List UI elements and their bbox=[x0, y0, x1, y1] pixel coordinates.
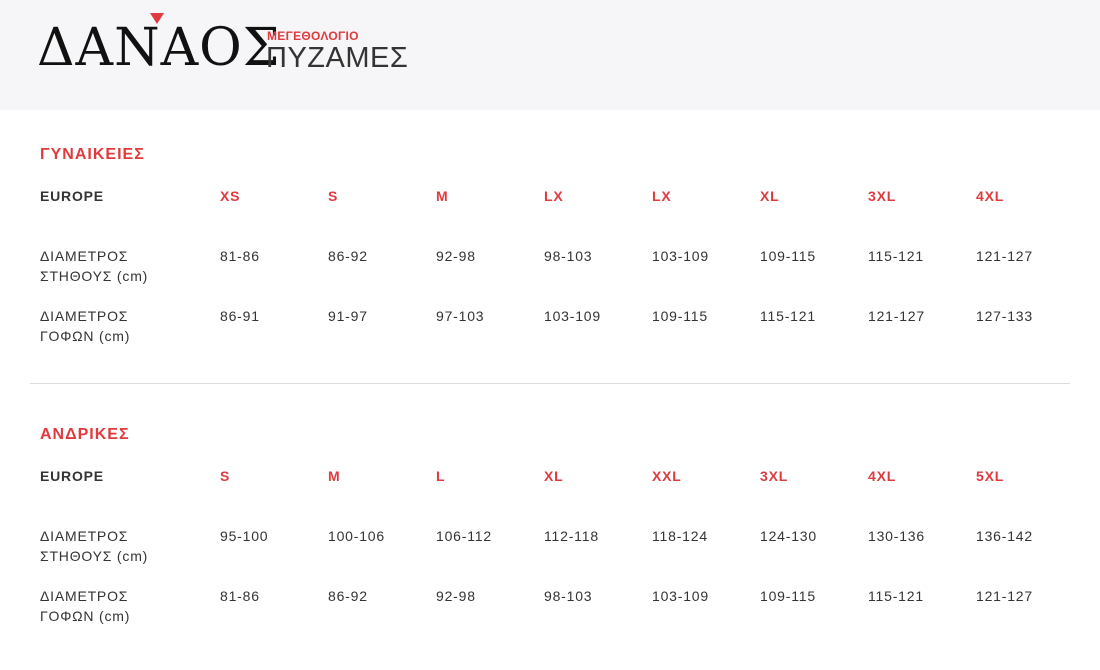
size-column-header: M bbox=[328, 468, 341, 484]
table-header-label: EUROPE bbox=[40, 468, 104, 484]
logo-accent-triangle-icon bbox=[150, 13, 164, 24]
size-column-header: S bbox=[328, 188, 339, 204]
row-label-line: ΔΙΑΜΕΤΡΟΣ bbox=[40, 248, 129, 264]
measurement-cell: 109-115 bbox=[760, 588, 816, 604]
row-label: ΔΙΑΜΕΤΡΟΣ ΣΤΗΘΟΥΣ (cm) bbox=[40, 246, 148, 286]
measurement-cell: 95-100 bbox=[220, 528, 269, 544]
row-label: ΔΙΑΜΕΤΡΟΣ ΓΟΦΩΝ (cm) bbox=[40, 306, 130, 346]
size-column-header: L bbox=[436, 468, 446, 484]
row-label-line: ΓΟΦΩΝ (cm) bbox=[40, 608, 131, 624]
size-column-header: XL bbox=[544, 468, 564, 484]
measurement-cell: 98-103 bbox=[544, 588, 593, 604]
measurement-cell: 103-109 bbox=[652, 248, 709, 264]
size-column-header: 3XL bbox=[760, 468, 789, 484]
measurement-cell: 103-109 bbox=[652, 588, 709, 604]
section-divider bbox=[30, 383, 1070, 384]
section-title: ΑΝΔΡΙΚΕΣ bbox=[40, 426, 130, 443]
size-column-header: XL bbox=[760, 188, 780, 204]
row-label-line: ΔΙΑΜΕΤΡΟΣ bbox=[40, 528, 129, 544]
measurement-cell: 127-133 bbox=[976, 308, 1033, 324]
measurement-cell: 109-115 bbox=[760, 248, 816, 264]
row-label-line: ΓΟΦΩΝ (cm) bbox=[40, 328, 131, 344]
size-column-header: 3XL bbox=[868, 188, 897, 204]
measurement-cell: 98-103 bbox=[544, 248, 593, 264]
row-label: ΔΙΑΜΕΤΡΟΣ ΣΤΗΘΟΥΣ (cm) bbox=[40, 526, 148, 566]
size-column-header: 5XL bbox=[976, 468, 1005, 484]
size-column-header: 4XL bbox=[976, 188, 1005, 204]
row-label-line: ΣΤΗΘΟΥΣ (cm) bbox=[40, 548, 149, 564]
section-title: ΓΥΝΑΙΚΕΙΕΣ bbox=[40, 146, 145, 163]
size-column-header: M bbox=[436, 188, 449, 204]
size-column-header: LX bbox=[652, 188, 672, 204]
measurement-cell: 115-121 bbox=[868, 588, 924, 604]
measurement-cell: 130-136 bbox=[868, 528, 925, 544]
size-column-header: S bbox=[220, 468, 231, 484]
measurement-cell: 91-97 bbox=[328, 308, 368, 324]
measurement-cell: 124-130 bbox=[760, 528, 817, 544]
measurement-cell: 112-118 bbox=[544, 528, 599, 544]
measurement-cell: 106-112 bbox=[436, 528, 492, 544]
measurement-cell: 81-86 bbox=[220, 588, 260, 604]
measurement-cell: 115-121 bbox=[760, 308, 816, 324]
measurement-cell: 92-98 bbox=[436, 588, 476, 604]
measurement-cell: 109-115 bbox=[652, 308, 708, 324]
measurement-cell: 92-98 bbox=[436, 248, 476, 264]
measurement-cell: 86-91 bbox=[220, 308, 260, 324]
measurement-cell: 86-92 bbox=[328, 248, 368, 264]
measurement-cell: 121-127 bbox=[976, 588, 1033, 604]
measurement-cell: 121-127 bbox=[976, 248, 1033, 264]
measurement-cell: 100-106 bbox=[328, 528, 385, 544]
measurement-cell: 136-142 bbox=[976, 528, 1033, 544]
size-column-header: LX bbox=[544, 188, 564, 204]
page-subtitle: ΜΕΓΕΘΟΛΟΓΙΟ bbox=[267, 29, 359, 43]
size-column-header: XS bbox=[220, 188, 241, 204]
measurement-cell: 81-86 bbox=[220, 248, 260, 264]
measurement-cell: 97-103 bbox=[436, 308, 485, 324]
measurement-cell: 115-121 bbox=[868, 248, 924, 264]
row-label: ΔΙΑΜΕΤΡΟΣ ΓΟΦΩΝ (cm) bbox=[40, 586, 130, 626]
measurement-cell: 103-109 bbox=[544, 308, 601, 324]
measurement-cell: 118-124 bbox=[652, 528, 708, 544]
page-title: ΠΥΖΑΜΕΣ bbox=[266, 42, 409, 74]
row-label-line: ΔΙΑΜΕΤΡΟΣ bbox=[40, 308, 129, 324]
brand-logo: ΔΑΝΑΟΣ bbox=[37, 18, 281, 78]
measurement-cell: 121-127 bbox=[868, 308, 925, 324]
row-label-line: ΔΙΑΜΕΤΡΟΣ bbox=[40, 588, 129, 604]
row-label-line: ΣΤΗΘΟΥΣ (cm) bbox=[40, 268, 149, 284]
page-header: ΔΑΝΑΟΣ ΜΕΓΕΘΟΛΟΓΙΟ ΠΥΖΑΜΕΣ bbox=[0, 0, 1100, 110]
table-header-label: EUROPE bbox=[40, 188, 104, 204]
measurement-cell: 86-92 bbox=[328, 588, 368, 604]
size-column-header: XXL bbox=[652, 468, 682, 484]
size-column-header: 4XL bbox=[868, 468, 897, 484]
